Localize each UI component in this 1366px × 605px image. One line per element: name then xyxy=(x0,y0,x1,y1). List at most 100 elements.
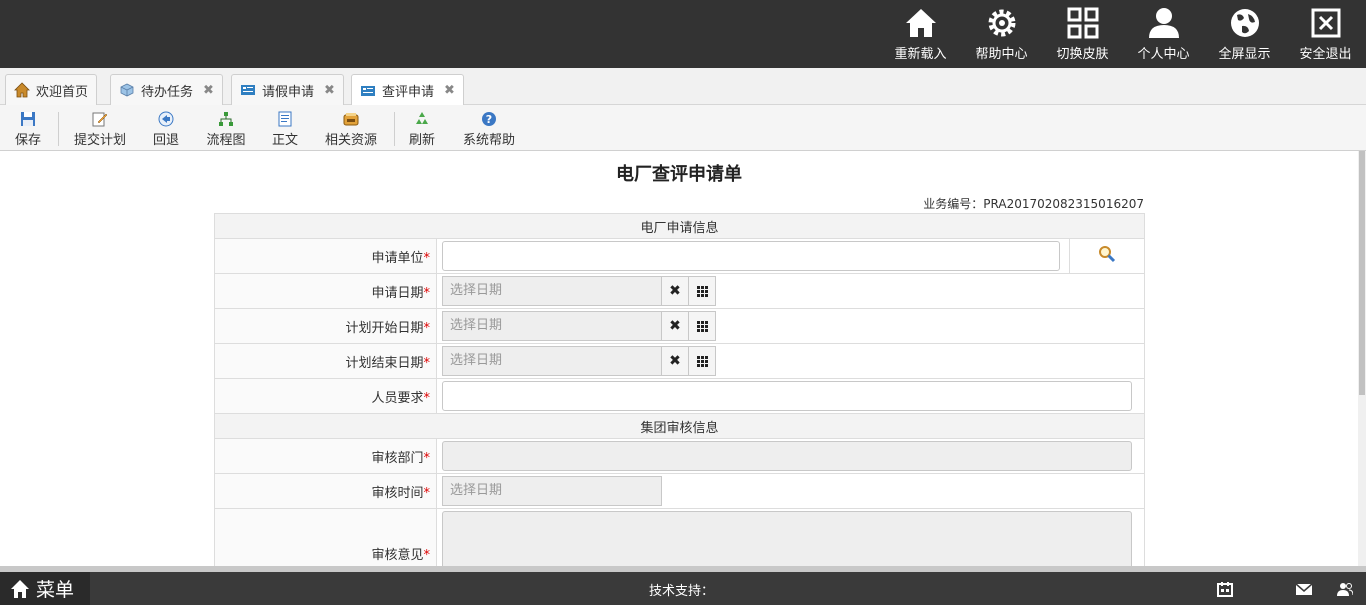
save-label: 保存 xyxy=(14,133,41,148)
clear-icon[interactable]: ✖ xyxy=(662,276,689,306)
tab-leave-label: 请假申请 xyxy=(262,84,315,100)
related-resources-label: 相关资源 xyxy=(324,133,377,148)
clear-icon[interactable]: ✖ xyxy=(662,311,689,341)
tab-leave-close-icon[interactable]: ✖ xyxy=(324,83,335,98)
gear-icon xyxy=(988,9,1015,37)
grid-icon xyxy=(1067,7,1098,39)
flowchart-button[interactable]: 流程图 xyxy=(205,105,247,151)
page-title: 电厂查评申请单 xyxy=(616,164,742,185)
section-plant-application: 电厂申请信息 xyxy=(214,213,1145,239)
home-icon xyxy=(14,82,30,98)
edit-icon xyxy=(92,112,108,127)
calendar-grid-icon[interactable] xyxy=(689,311,716,341)
review-department-input[interactable] xyxy=(442,441,1132,471)
required-mark: * xyxy=(423,355,431,371)
reload-button[interactable]: 重新载入 xyxy=(880,0,961,68)
required-mark: * xyxy=(423,390,431,406)
toolbar-divider xyxy=(58,112,59,146)
fullscreen-button[interactable]: 全屏显示 xyxy=(1204,0,1285,68)
plan-start-date-input[interactable]: 选择日期 xyxy=(442,311,662,341)
system-help-label: 系统帮助 xyxy=(462,133,515,148)
help-center-button[interactable]: 帮助中心 xyxy=(961,0,1042,68)
calendar-grid-icon[interactable] xyxy=(689,346,716,376)
flowchart-icon xyxy=(219,112,233,126)
field-label: 审核意见* xyxy=(214,508,437,566)
required-mark: * xyxy=(423,485,431,501)
required-mark: * xyxy=(423,250,431,266)
tech-support: 技术支持： xyxy=(649,584,715,599)
user-icon xyxy=(1148,8,1179,38)
field-label: 计划开始日期* xyxy=(214,308,437,344)
back-arrow-icon xyxy=(158,111,174,127)
business-number: 业务编号：PRA201702082315016207 xyxy=(923,197,1144,211)
personal-center-button[interactable]: 个人中心 xyxy=(1123,0,1204,68)
resources-icon xyxy=(343,113,359,126)
field-label: 计划结束日期* xyxy=(214,343,437,379)
review-time-input[interactable]: 选择日期 xyxy=(442,476,662,506)
apply-date-picker: 选择日期 ✖ xyxy=(442,276,1144,306)
search-icon[interactable] xyxy=(1098,245,1116,263)
svg-text:?: ? xyxy=(486,113,492,126)
menu-button[interactable]: 菜单 xyxy=(0,572,90,605)
form-content: 电厂查评申请单 业务编号：PRA201702082315016207 电厂申请信… xyxy=(0,151,1358,566)
switch-skin-label: 切换皮肤 xyxy=(1056,47,1109,62)
task-icon xyxy=(120,83,134,97)
logout-button[interactable]: 安全退出 xyxy=(1285,0,1366,68)
back-button[interactable]: 回退 xyxy=(152,105,180,151)
help-center-label: 帮助中心 xyxy=(975,47,1028,62)
globe-icon xyxy=(1230,9,1259,37)
plan-end-date-picker: 选择日期 ✖ xyxy=(442,346,1144,376)
main-text-button[interactable]: 正文 xyxy=(271,105,299,151)
tab-bar: 欢迎首页 待办任务 ✖ 请假申请 ✖ 查评申请 ✖ xyxy=(0,68,1366,106)
required-mark: * xyxy=(423,285,431,301)
required-mark: * xyxy=(423,548,431,563)
tab-review[interactable]: 查评申请 ✖ xyxy=(351,74,464,106)
form-icon xyxy=(241,85,255,95)
tab-welcome[interactable]: 欢迎首页 xyxy=(5,74,98,105)
vertical-scrollbar[interactable] xyxy=(1358,151,1366,566)
scrollbar-thumb[interactable] xyxy=(1359,151,1365,395)
tab-review-label: 查评申请 xyxy=(382,85,435,100)
calendar-grid-icon[interactable] xyxy=(689,276,716,306)
tab-leave[interactable]: 请假申请 ✖ xyxy=(231,74,344,105)
back-label: 回退 xyxy=(152,133,179,148)
switch-skin-button[interactable]: 切换皮肤 xyxy=(1042,0,1123,68)
required-mark: * xyxy=(423,320,431,336)
review-opinion-textarea[interactable] xyxy=(442,511,1132,566)
flowchart-label: 流程图 xyxy=(206,133,246,148)
apply-unit-input[interactable] xyxy=(442,241,1060,271)
related-resources-button[interactable]: 相关资源 xyxy=(323,105,379,151)
field-label: 审核时间* xyxy=(214,473,437,509)
tab-todo-label: 待办任务 xyxy=(141,84,194,100)
top-header: 重新载入 帮助中心 切换皮肤 个人中心 全屏显示 安全退出 xyxy=(0,0,1366,68)
menu-label: 菜单 xyxy=(36,579,75,601)
plan-end-date-input[interactable]: 选择日期 xyxy=(442,346,662,376)
tab-todo-close-icon[interactable]: ✖ xyxy=(203,83,214,98)
save-button[interactable]: 保存 xyxy=(12,105,44,151)
home-icon xyxy=(11,579,29,598)
refresh-button[interactable]: 刷新 xyxy=(408,105,436,151)
close-box-icon xyxy=(1311,8,1340,38)
tab-todo[interactable]: 待办任务 ✖ xyxy=(110,74,223,105)
submit-plan-button[interactable]: 提交计划 xyxy=(72,105,128,151)
logout-label: 安全退出 xyxy=(1299,47,1352,62)
staff-requirement-input[interactable] xyxy=(442,381,1132,411)
system-help-button[interactable]: ? 系统帮助 xyxy=(461,105,517,151)
top-nav: 重新载入 帮助中心 切换皮肤 个人中心 全屏显示 安全退出 xyxy=(880,0,1366,68)
home-icon xyxy=(905,9,936,37)
users-icon[interactable] xyxy=(1337,581,1353,597)
mail-icon[interactable] xyxy=(1295,581,1313,597)
apply-date-input[interactable]: 选择日期 xyxy=(442,276,662,306)
field-label: 审核部门* xyxy=(214,438,437,474)
reload-label: 重新载入 xyxy=(894,47,947,62)
form-icon xyxy=(361,85,375,96)
clear-icon[interactable]: ✖ xyxy=(662,346,689,376)
document-icon xyxy=(278,111,292,127)
calendar-icon[interactable] xyxy=(1217,581,1233,597)
tab-review-close-icon[interactable]: ✖ xyxy=(444,83,455,98)
fullscreen-label: 全屏显示 xyxy=(1218,47,1271,62)
toolbar-divider xyxy=(394,112,395,146)
toolbar: 保存 提交计划 回退 流程图 正文 相关资源 刷新 ? 系统帮助 xyxy=(0,105,1366,151)
bottom-bar: 菜单 技术支持： xyxy=(0,566,1366,605)
plan-start-date-picker: 选择日期 ✖ xyxy=(442,311,1144,341)
